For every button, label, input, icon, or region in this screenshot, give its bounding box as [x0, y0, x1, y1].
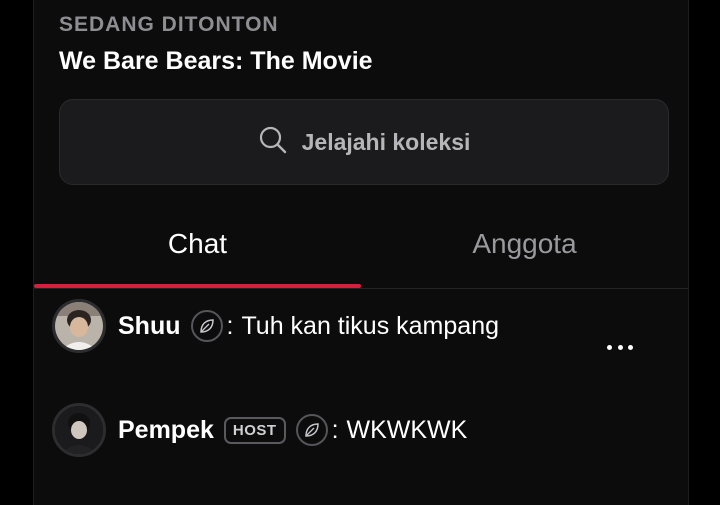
now-watching-label: SEDANG DITONTON: [59, 13, 279, 36]
chat-message: Pempek HOST : WKWKWK: [52, 400, 467, 460]
tab-bar: Chat Anggota: [34, 212, 688, 288]
message-text: WKWKWK: [346, 415, 468, 444]
leaf-icon: [190, 310, 223, 342]
chat-message: Shuu : Tuh kan tikus kampang: [52, 296, 499, 356]
avatar[interactable]: [52, 403, 106, 457]
leaf-icon: [295, 414, 328, 446]
user-name[interactable]: Pempek: [118, 416, 214, 445]
watch-party-panel: SEDANG DITONTON We Bare Bears: The Movie…: [33, 0, 689, 505]
message-separator: :: [331, 415, 339, 444]
movie-title: We Bare Bears: The Movie: [59, 47, 373, 75]
search-icon: [258, 125, 288, 160]
tab-chat[interactable]: Chat: [34, 212, 361, 288]
message-separator: :: [226, 311, 234, 340]
search-label: Jelajahi koleksi: [301, 128, 471, 155]
tab-divider: [34, 288, 688, 289]
host-badge: HOST: [223, 416, 286, 444]
user-name[interactable]: Shuu: [118, 312, 181, 341]
search-collection-button[interactable]: Jelajahi koleksi: [59, 99, 669, 185]
message-text: Tuh kan tikus kampang: [241, 311, 499, 340]
tab-members[interactable]: Anggota: [361, 212, 688, 288]
more-dots-icon[interactable]: [607, 332, 633, 362]
avatar[interactable]: [52, 299, 106, 353]
